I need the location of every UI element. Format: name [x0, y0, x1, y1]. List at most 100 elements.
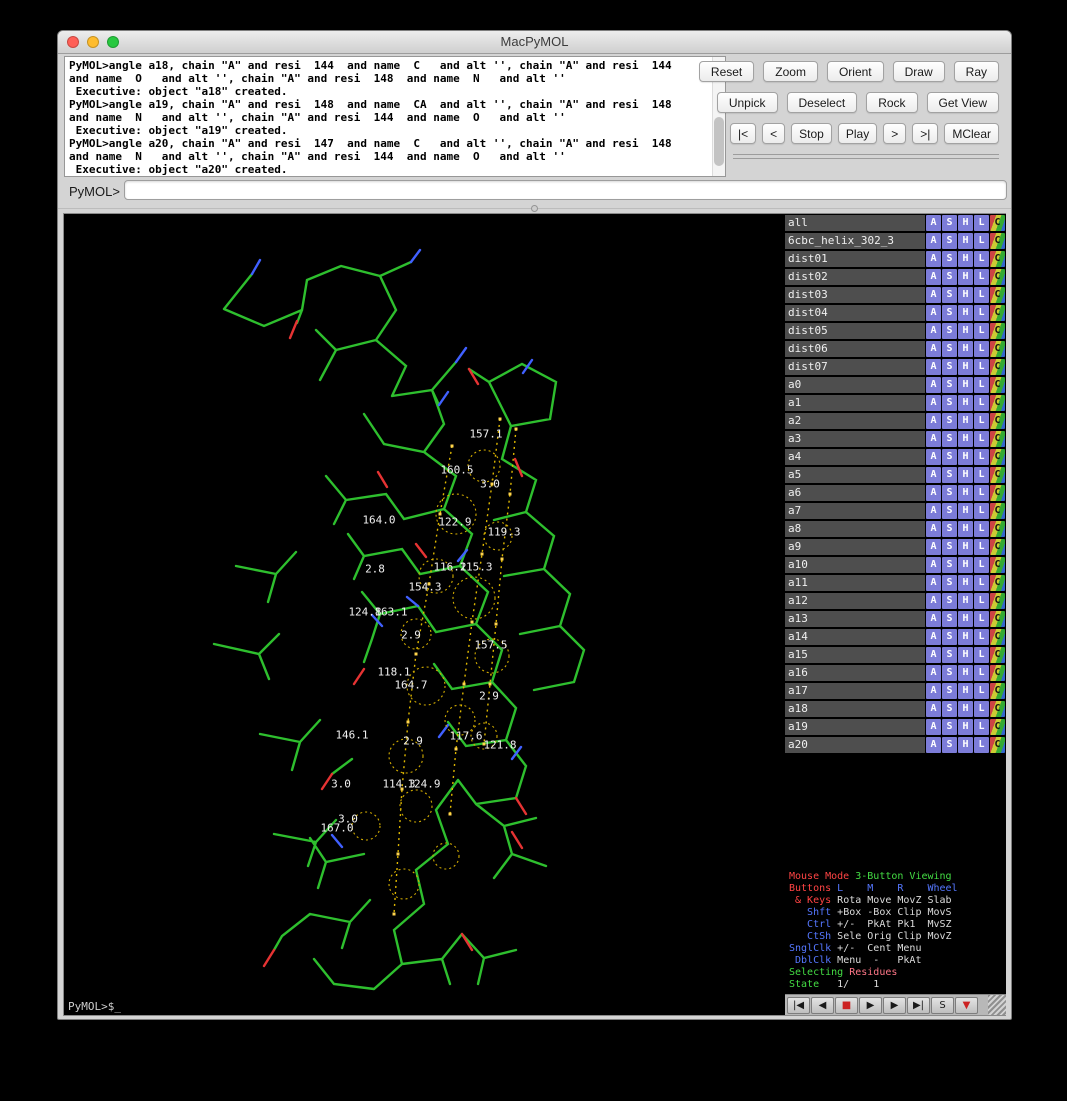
color-button[interactable]: C: [990, 269, 1005, 285]
ray-button[interactable]: Ray: [954, 61, 999, 82]
play-button[interactable]: Play: [838, 123, 877, 144]
color-button[interactable]: C: [990, 251, 1005, 267]
action-button[interactable]: A: [926, 629, 941, 645]
show-button[interactable]: S: [942, 737, 957, 753]
label-button[interactable]: L: [974, 629, 989, 645]
hide-button[interactable]: H: [958, 521, 973, 537]
action-button[interactable]: A: [926, 557, 941, 573]
object-name[interactable]: all: [785, 215, 925, 231]
show-button[interactable]: S: [942, 431, 957, 447]
viewport[interactable]: 157.1160.53.0164.0122.9119.32.8116.2115.…: [64, 214, 784, 1015]
color-button[interactable]: C: [990, 683, 1005, 699]
show-button[interactable]: S: [942, 557, 957, 573]
object-name[interactable]: a1: [785, 395, 925, 411]
label-button[interactable]: L: [974, 485, 989, 501]
color-button[interactable]: C: [990, 485, 1005, 501]
label-button[interactable]: L: [974, 431, 989, 447]
show-button[interactable]: S: [942, 539, 957, 555]
command-input[interactable]: [124, 180, 1007, 200]
object-name[interactable]: a0: [785, 377, 925, 393]
label-button[interactable]: L: [974, 287, 989, 303]
action-button[interactable]: A: [926, 647, 941, 663]
object-name[interactable]: a8: [785, 521, 925, 537]
label-button[interactable]: L: [974, 593, 989, 609]
zoom-button[interactable]: Zoom: [763, 61, 818, 82]
label-button[interactable]: L: [974, 305, 989, 321]
label-button[interactable]: L: [974, 467, 989, 483]
hide-button[interactable]: H: [958, 323, 973, 339]
show-button[interactable]: S: [942, 683, 957, 699]
object-name[interactable]: a14: [785, 629, 925, 645]
label-button[interactable]: L: [974, 719, 989, 735]
color-button[interactable]: C: [990, 503, 1005, 519]
unpick-button[interactable]: Unpick: [717, 92, 778, 113]
object-name[interactable]: a11: [785, 575, 925, 591]
action-button[interactable]: A: [926, 287, 941, 303]
color-button[interactable]: C: [990, 665, 1005, 681]
object-name[interactable]: a20: [785, 737, 925, 753]
label-button[interactable]: L: [974, 683, 989, 699]
color-button[interactable]: C: [990, 719, 1005, 735]
show-button[interactable]: S: [942, 629, 957, 645]
hide-button[interactable]: H: [958, 575, 973, 591]
label-button[interactable]: L: [974, 737, 989, 753]
label-button[interactable]: L: [974, 269, 989, 285]
hide-button[interactable]: H: [958, 341, 973, 357]
label-button[interactable]: L: [974, 665, 989, 681]
label-button[interactable]: L: [974, 449, 989, 465]
color-button[interactable]: C: [990, 575, 1005, 591]
object-name[interactable]: dist01: [785, 251, 925, 267]
color-button[interactable]: C: [990, 233, 1005, 249]
stop-button[interactable]: Stop: [791, 123, 832, 144]
show-button[interactable]: S: [942, 377, 957, 393]
show-button[interactable]: S: [942, 215, 957, 231]
object-name[interactable]: a6: [785, 485, 925, 501]
hide-button[interactable]: H: [958, 269, 973, 285]
action-button[interactable]: A: [926, 539, 941, 555]
hide-button[interactable]: H: [958, 233, 973, 249]
action-button[interactable]: A: [926, 701, 941, 717]
show-button[interactable]: S: [942, 305, 957, 321]
action-button[interactable]: A: [926, 233, 941, 249]
stop-playback-button[interactable]: ■: [835, 997, 858, 1014]
show-button[interactable]: S: [942, 287, 957, 303]
show-button[interactable]: S: [942, 485, 957, 501]
show-button[interactable]: S: [942, 611, 957, 627]
deselect-button[interactable]: Deselect: [787, 92, 858, 113]
object-name[interactable]: a19: [785, 719, 925, 735]
reset-button[interactable]: Reset: [699, 61, 754, 82]
object-name[interactable]: dist05: [785, 323, 925, 339]
go-to-start-button[interactable]: |<: [730, 123, 756, 144]
object-name[interactable]: a15: [785, 647, 925, 663]
hide-button[interactable]: H: [958, 629, 973, 645]
show-button[interactable]: S: [942, 701, 957, 717]
hide-button[interactable]: H: [958, 467, 973, 483]
object-name[interactable]: dist07: [785, 359, 925, 375]
color-button[interactable]: C: [990, 467, 1005, 483]
step-back-button[interactable]: <: [762, 123, 785, 144]
show-button[interactable]: S: [942, 719, 957, 735]
label-button[interactable]: L: [974, 521, 989, 537]
action-button[interactable]: A: [926, 359, 941, 375]
action-button[interactable]: A: [926, 395, 941, 411]
color-button[interactable]: C: [990, 557, 1005, 573]
object-name[interactable]: a13: [785, 611, 925, 627]
get-view-button[interactable]: Get View: [927, 92, 999, 113]
action-button[interactable]: A: [926, 431, 941, 447]
hide-button[interactable]: H: [958, 539, 973, 555]
object-name[interactable]: dist03: [785, 287, 925, 303]
show-button[interactable]: S: [942, 269, 957, 285]
object-name[interactable]: a18: [785, 701, 925, 717]
label-button[interactable]: L: [974, 323, 989, 339]
rock-button[interactable]: Rock: [866, 92, 917, 113]
color-button[interactable]: C: [990, 539, 1005, 555]
label-button[interactable]: L: [974, 395, 989, 411]
show-button[interactable]: S: [942, 593, 957, 609]
hide-button[interactable]: H: [958, 683, 973, 699]
show-button[interactable]: S: [942, 467, 957, 483]
object-name[interactable]: a3: [785, 431, 925, 447]
label-button[interactable]: L: [974, 647, 989, 663]
action-button[interactable]: A: [926, 305, 941, 321]
color-button[interactable]: C: [990, 449, 1005, 465]
action-button[interactable]: A: [926, 413, 941, 429]
